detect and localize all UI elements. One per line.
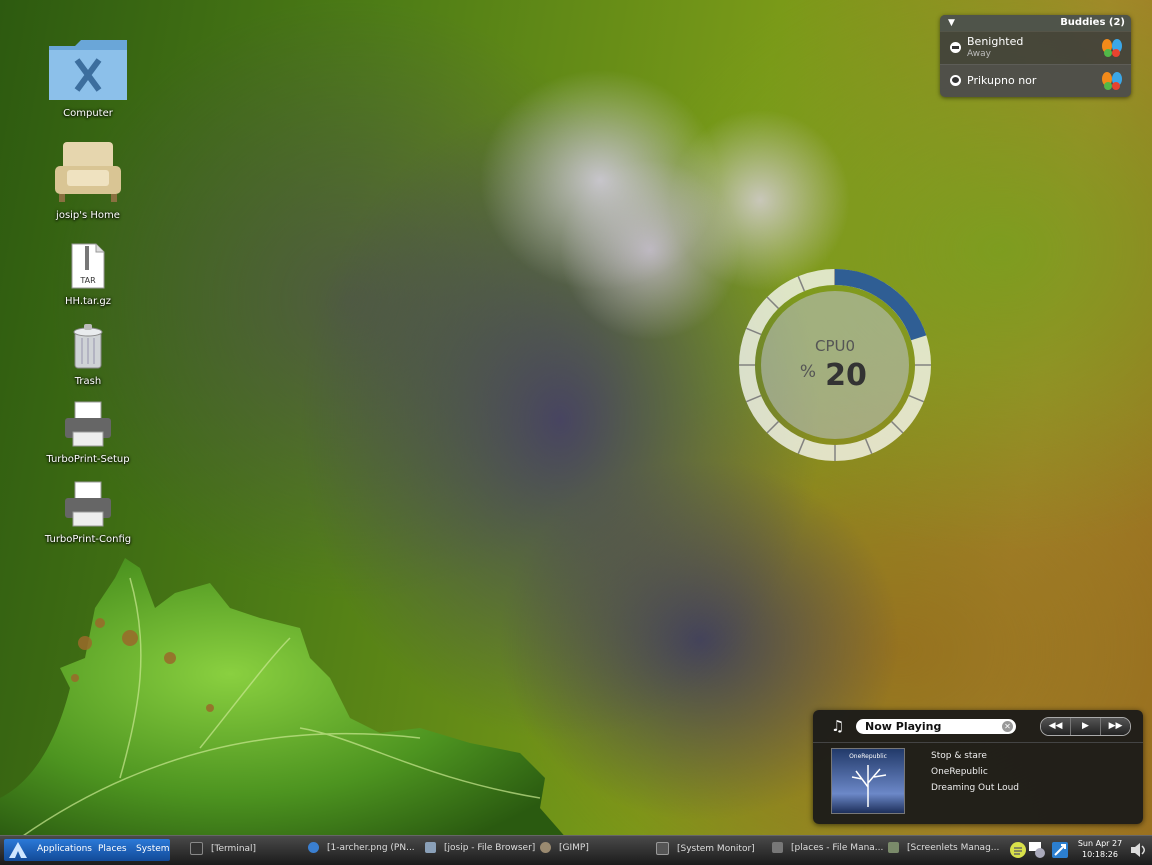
cpu-value: 20 <box>825 358 867 393</box>
task-button[interactable]: [1-archer.png (PN... <box>308 842 415 853</box>
leaf-wallpaper-element <box>0 558 575 848</box>
folder-icon <box>49 40 127 100</box>
buddy-status: Away <box>967 49 991 59</box>
desktop-icon-label: josip's Home <box>56 210 120 221</box>
task-button[interactable]: [Screenlets Manag... <box>888 842 999 853</box>
buddy-name: Benighted <box>967 35 1024 48</box>
cpu-gauge-widget[interactable]: CPU0 % 20 <box>735 265 935 465</box>
bottom-panel: Applications Places System [Terminal] [1… <box>0 835 1152 865</box>
msn-butterfly-icon <box>1102 72 1122 90</box>
chat-tray-icon[interactable] <box>1028 841 1046 859</box>
now-playing-widget: ♫ Now Playing ✕ ◀◀ ▶ ▶▶ OneRepublic Stop… <box>813 710 1143 824</box>
buddy-item[interactable]: Prikupno nor <box>940 64 1131 97</box>
clock[interactable]: Sun Apr 27 10:18:26 <box>1074 838 1126 860</box>
buddy-list-header[interactable]: ▼ Buddies (2) <box>940 15 1131 31</box>
msn-butterfly-icon <box>1102 39 1122 57</box>
fast-forward-button[interactable]: ▶▶ <box>1101 718 1130 735</box>
system-monitor-icon <box>656 842 669 855</box>
archive-file-icon: TAR <box>71 243 105 289</box>
music-note-icon: ♫ <box>831 717 845 735</box>
screenlets-icon <box>888 842 899 853</box>
buddy-list-widget: ▼ Buddies (2) Benighted Away Prikupno no… <box>940 15 1131 97</box>
collapse-arrow-icon[interactable]: ▼ <box>948 18 955 28</box>
clock-time: 10:18:26 <box>1082 850 1118 859</box>
task-button[interactable]: [GIMP] <box>540 842 589 853</box>
desktop-icon-label: Computer <box>63 108 113 119</box>
printer-icon <box>65 481 111 527</box>
buddy-list-title: Buddies (2) <box>1060 17 1125 28</box>
desktop-icon-computer[interactable]: Computer <box>38 38 138 119</box>
image-viewer-icon <box>308 842 319 853</box>
away-status-icon <box>950 42 961 53</box>
distro-logo-icon[interactable] <box>8 841 28 859</box>
task-button[interactable]: [System Monitor] <box>656 842 755 855</box>
desktop-icon-label: TurboPrint-Config <box>44 534 132 545</box>
buddy-item[interactable]: Benighted Away <box>940 31 1131 64</box>
now-playing-title: Now Playing <box>865 720 942 733</box>
track-artist: OneRepublic <box>931 767 988 777</box>
svg-text:TAR: TAR <box>79 276 96 285</box>
now-playing-field[interactable]: Now Playing ✕ <box>856 719 1016 734</box>
desktop-icon-home[interactable]: josip's Home <box>38 140 138 221</box>
printer-icon <box>65 401 111 447</box>
task-button[interactable]: [places - File Mana... <box>772 842 883 853</box>
applications-menu[interactable]: Applications <box>37 844 92 854</box>
volume-icon[interactable] <box>1129 841 1147 859</box>
clear-icon[interactable]: ✕ <box>1002 721 1013 732</box>
desktop-icon-label: HH.tar.gz <box>64 296 112 307</box>
cpu-label: CPU0 <box>815 337 855 355</box>
terminal-icon <box>190 842 203 855</box>
desktop-icon-archive[interactable]: TAR HH.tar.gz <box>38 242 138 307</box>
album-cover: OneRepublic <box>831 748 905 814</box>
notes-tray-icon[interactable] <box>1009 841 1027 859</box>
play-button[interactable]: ▶ <box>1071 718 1101 735</box>
desktop-icon-trash[interactable]: Trash <box>38 322 138 387</box>
rewind-button[interactable]: ◀◀ <box>1041 718 1071 735</box>
svg-text:OneRepublic: OneRepublic <box>849 753 887 760</box>
track-title: Stop & stare <box>931 751 987 761</box>
buddy-name: Prikupno nor <box>967 74 1037 87</box>
clock-date: Sun Apr 27 <box>1077 839 1123 848</box>
desktop-icon-turboprint-config[interactable]: TurboPrint-Config <box>38 480 138 545</box>
chat-status-icon <box>950 75 961 86</box>
trash-icon <box>73 324 103 369</box>
places-menu[interactable]: Places <box>98 844 127 854</box>
cpu-unit: % <box>800 362 816 382</box>
task-button[interactable]: [josip - File Browser] <box>425 842 535 853</box>
tree-artwork-icon: OneRepublic <box>849 753 887 807</box>
task-button[interactable]: [Terminal] <box>190 842 256 855</box>
playback-controls: ◀◀ ▶ ▶▶ <box>1040 717 1131 736</box>
track-album: Dreaming Out Loud <box>931 783 1019 793</box>
desktop-icon-label: TurboPrint-Setup <box>46 454 130 465</box>
file-browser-icon <box>425 842 436 853</box>
gimp-icon <box>540 842 551 853</box>
main-menu: Applications Places System <box>4 839 170 861</box>
desktop-icon-turboprint-setup[interactable]: TurboPrint-Setup <box>38 400 138 465</box>
folder-icon <box>772 842 783 853</box>
desktop-icon-label: Trash <box>74 376 102 387</box>
network-tray-icon[interactable] <box>1051 841 1069 859</box>
system-menu[interactable]: System <box>136 844 170 854</box>
armchair-icon <box>55 142 121 202</box>
